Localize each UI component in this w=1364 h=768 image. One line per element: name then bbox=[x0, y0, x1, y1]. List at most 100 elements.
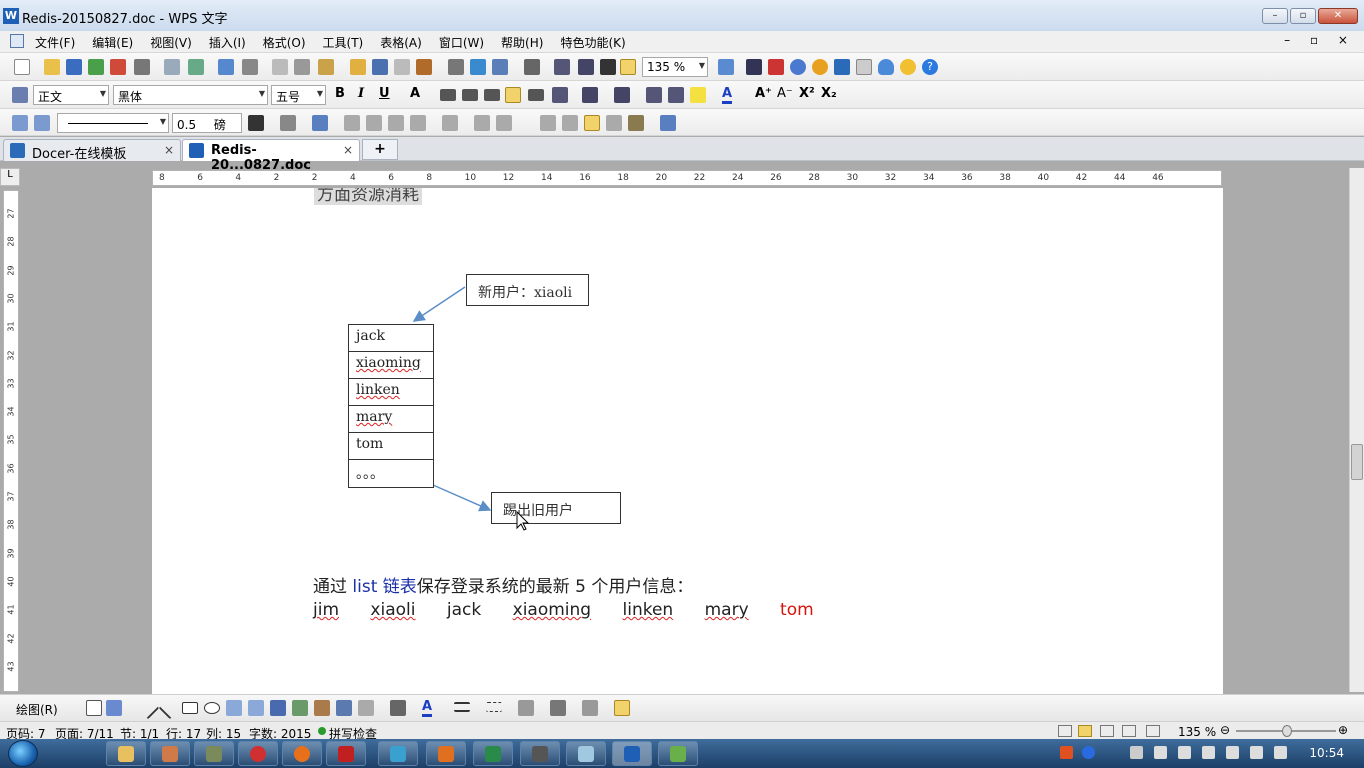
zoom-out-icon[interactable]: ⊖ bbox=[1220, 723, 1230, 737]
underline-button[interactable]: U bbox=[379, 86, 390, 101]
sort-icon[interactable] bbox=[562, 115, 578, 131]
style-select[interactable]: 正文 ▼ bbox=[33, 85, 109, 105]
status-zoom[interactable]: 135 % bbox=[1178, 725, 1216, 739]
tab-stop-selector[interactable]: L bbox=[0, 168, 20, 186]
draw-menu[interactable]: 绘图(R) bbox=[16, 701, 58, 718]
minimize-button[interactable]: – bbox=[1262, 8, 1288, 24]
new-tab-button[interactable]: + bbox=[362, 139, 398, 160]
taskbar-app-3[interactable] bbox=[194, 741, 234, 766]
spell-check-icon[interactable] bbox=[768, 59, 784, 75]
cut-icon[interactable] bbox=[294, 59, 310, 75]
tray-icon-4[interactable] bbox=[1226, 746, 1239, 759]
align-left-icon[interactable] bbox=[440, 89, 456, 101]
close-button[interactable]: ✕ bbox=[1318, 8, 1358, 24]
copy-icon[interactable] bbox=[272, 59, 288, 75]
insert-picture-icon[interactable] bbox=[292, 700, 308, 716]
textbox-icon[interactable] bbox=[226, 700, 242, 716]
taskbar-app-7[interactable] bbox=[378, 741, 418, 766]
menu-features[interactable]: 特色功能(K) bbox=[560, 34, 625, 51]
scrollbar-thumb[interactable] bbox=[1351, 444, 1363, 480]
tab-redis-doc[interactable]: Redis-20...0827.doc × bbox=[182, 139, 360, 173]
view-mode-icon[interactable] bbox=[1058, 725, 1072, 737]
arrange-icon[interactable] bbox=[614, 700, 630, 716]
shadow-icon[interactable] bbox=[550, 700, 566, 716]
undo-icon[interactable] bbox=[372, 59, 388, 75]
zoom-slider-thumb[interactable] bbox=[1282, 725, 1292, 737]
document-page[interactable]: 方面资源消耗 新用户：xiaoli jack xiaoming linken m… bbox=[152, 188, 1223, 694]
show-hidden-icons[interactable] bbox=[1130, 746, 1143, 759]
insert-table-icon[interactable] bbox=[492, 59, 508, 75]
skin-icon[interactable] bbox=[856, 59, 872, 75]
document-window-controls[interactable]: – ▫ × bbox=[1284, 33, 1356, 47]
open-folder-icon[interactable] bbox=[44, 59, 60, 75]
backup-icon[interactable] bbox=[878, 59, 894, 75]
line-style-icon[interactable] bbox=[454, 702, 470, 712]
hyperlink-icon[interactable] bbox=[470, 59, 486, 75]
night-mode-icon[interactable] bbox=[900, 59, 916, 75]
distributed-icon[interactable] bbox=[528, 89, 544, 101]
draw-font-color-button[interactable]: A bbox=[422, 699, 433, 717]
menu-tools[interactable]: 工具(T) bbox=[323, 34, 364, 51]
merge-cells-icon[interactable] bbox=[366, 115, 382, 131]
insert-object-icon[interactable] bbox=[416, 59, 432, 75]
shrink-font-button[interactable]: A⁻ bbox=[777, 86, 793, 101]
subscript-button[interactable]: X₂ bbox=[821, 86, 837, 101]
tray-icon-2[interactable] bbox=[1178, 746, 1191, 759]
columns-icon[interactable] bbox=[524, 59, 540, 75]
cell-align-icon[interactable] bbox=[410, 115, 426, 131]
paste-icon[interactable] bbox=[318, 59, 334, 75]
insert-table-tb-icon[interactable] bbox=[344, 115, 360, 131]
shading-icon[interactable] bbox=[312, 115, 328, 131]
taskbar-app-9[interactable] bbox=[473, 741, 513, 766]
font-case-button[interactable]: A bbox=[410, 86, 420, 101]
table-style-icon[interactable] bbox=[606, 115, 622, 131]
taskbar-app-10[interactable] bbox=[520, 741, 560, 766]
increase-indent-icon[interactable] bbox=[668, 87, 684, 103]
line-style-select[interactable]: ▼ bbox=[57, 113, 169, 133]
justify-icon[interactable] bbox=[505, 87, 521, 103]
fit-page-icon[interactable] bbox=[620, 59, 636, 75]
font-color-button[interactable]: A bbox=[722, 86, 733, 104]
taskbar-live[interactable] bbox=[326, 741, 366, 766]
tab-docer-close[interactable]: × bbox=[164, 143, 174, 157]
eraser-table-icon[interactable] bbox=[34, 115, 50, 131]
fill-color-icon[interactable] bbox=[358, 700, 374, 716]
chart-icon[interactable] bbox=[554, 59, 570, 75]
table-properties-icon[interactable] bbox=[540, 115, 556, 131]
line-color-icon[interactable] bbox=[390, 700, 406, 716]
translate-icon[interactable] bbox=[790, 59, 806, 75]
autoshapes-icon[interactable] bbox=[106, 700, 122, 716]
arrow-icon[interactable] bbox=[158, 696, 182, 720]
vertical-ruler[interactable]: 27 28 29 30 31 32 33 34 35 36 37 38 39 40 41 42 43 bbox=[3, 190, 19, 692]
taskbar-app-13[interactable] bbox=[658, 741, 698, 766]
page-setup-icon[interactable] bbox=[188, 59, 204, 75]
formula-icon[interactable] bbox=[448, 59, 464, 75]
distribute-rows-icon[interactable] bbox=[474, 115, 490, 131]
export-icon[interactable] bbox=[88, 59, 104, 75]
print-preview-icon[interactable] bbox=[164, 59, 180, 75]
qq-icon[interactable] bbox=[1202, 746, 1215, 759]
docer-icon[interactable] bbox=[834, 59, 850, 75]
highlight-icon[interactable] bbox=[690, 87, 706, 103]
table-format-icon[interactable] bbox=[628, 115, 644, 131]
taskbar-firefox[interactable] bbox=[282, 741, 322, 766]
diagram-icon[interactable] bbox=[336, 700, 352, 716]
zoom-select[interactable]: 135 % ▼ bbox=[642, 57, 708, 77]
distribute-cols-icon[interactable] bbox=[496, 115, 512, 131]
gridlines-icon[interactable] bbox=[584, 115, 600, 131]
save-icon[interactable] bbox=[66, 59, 82, 75]
dash-style-icon[interactable] bbox=[486, 702, 502, 712]
find-icon[interactable] bbox=[746, 59, 762, 75]
reading-view-icon[interactable] bbox=[1146, 725, 1160, 737]
line-width-select[interactable]: 0.5 磅 bbox=[172, 113, 242, 133]
format-painter-icon[interactable] bbox=[350, 59, 366, 75]
menu-insert[interactable]: 插入(I) bbox=[209, 34, 246, 51]
menu-format[interactable]: 格式(O) bbox=[263, 34, 306, 51]
grow-font-button[interactable]: A⁺ bbox=[755, 86, 772, 101]
split-cells-icon[interactable] bbox=[388, 115, 404, 131]
taskbar-explorer[interactable] bbox=[106, 741, 146, 766]
menu-file[interactable]: 文件(F) bbox=[35, 34, 75, 51]
superscript-button[interactable]: X² bbox=[799, 86, 815, 101]
print-icon[interactable] bbox=[134, 59, 150, 75]
maximize-button[interactable]: ▫ bbox=[1290, 8, 1316, 24]
